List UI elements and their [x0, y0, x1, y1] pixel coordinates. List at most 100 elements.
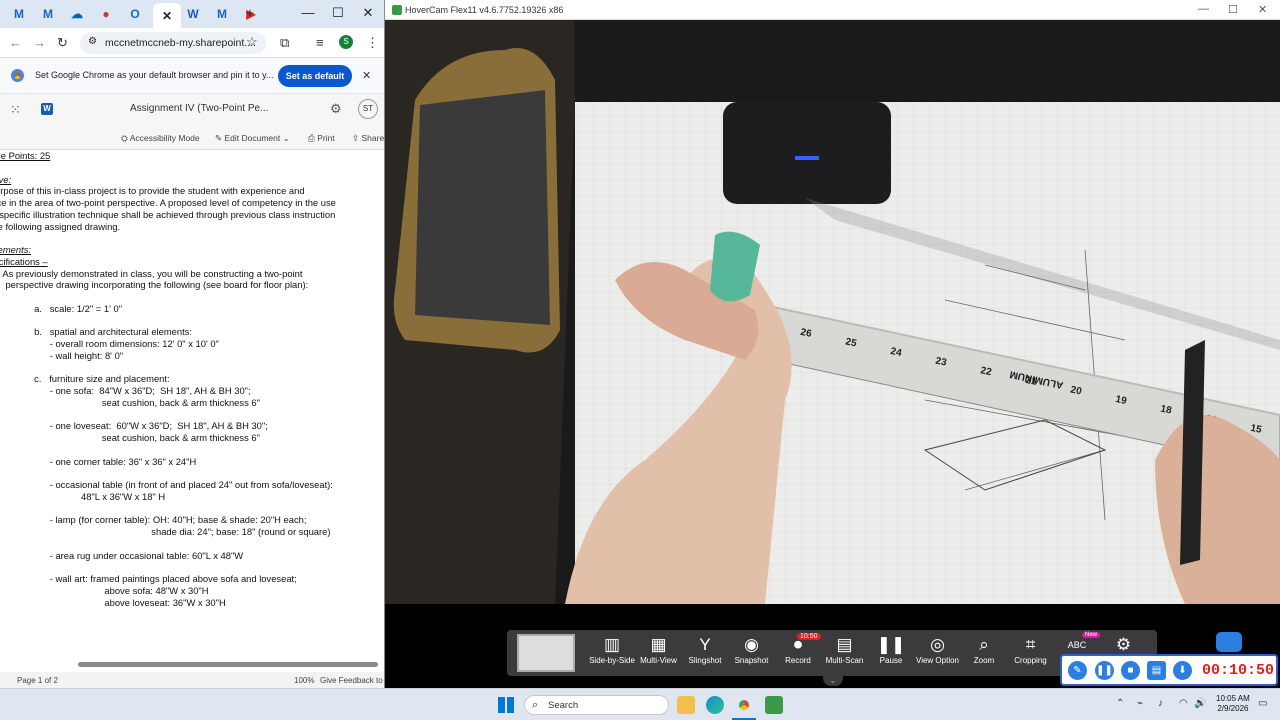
new-tab-button[interactable]: + [240, 5, 260, 20]
tool-view-option-button[interactable]: ◎ View Option [915, 634, 961, 665]
tool-settings-button[interactable]: ⚙ [1101, 634, 1147, 656]
tray-chevron-icon[interactable]: ⌃ [1116, 698, 1124, 709]
download-icon[interactable]: ⬇ [1173, 661, 1192, 680]
site-info-icon[interactable]: ⚙ [88, 36, 97, 47]
browser-tab[interactable]: ☁ [66, 4, 88, 24]
browser-tab[interactable]: M [37, 4, 59, 24]
hovercam-titlebar: HoverCam Flex11 v4.6.7752.19326 x86 — ☐ … [385, 0, 1280, 20]
hovercam-taskbar-icon[interactable] [765, 696, 783, 714]
cast-icon[interactable]: ⧉ [280, 35, 289, 51]
document-line: above loveseat: 36"W x 30"H [0, 596, 226, 608]
pen-icon[interactable]: ✎ [1068, 661, 1087, 680]
preview-thumbnail[interactable] [517, 634, 575, 672]
toolbar-collapse-icon[interactable]: ⌄ [823, 676, 843, 686]
maximize-icon[interactable]: ☐ [1228, 3, 1238, 16]
tool-icon: ⚙ [1115, 635, 1132, 654]
word-logo-icon: W [41, 103, 53, 115]
edge-icon[interactable] [706, 696, 724, 714]
feedback-link[interactable]: Give Feedback to M [320, 676, 384, 685]
tool-snapshot-button[interactable]: ◉ Snapshot [729, 634, 775, 665]
back-icon[interactable]: ← [9, 35, 22, 50]
default-browser-notice: Set Google Chrome as your default browse… [0, 58, 384, 94]
browser-tab[interactable]: O [124, 4, 146, 24]
taskbar-search[interactable]: ⌕ Search [524, 695, 669, 715]
document-line: actice in the area of two-point perspect… [0, 197, 336, 208]
set-as-default-button[interactable]: Set as default [278, 65, 352, 87]
tab-bar: M M ☁ ● O ✕ W M ▶ + — ☐ ✕ [0, 0, 384, 28]
minimize-icon[interactable]: — [298, 5, 318, 20]
profile-avatar[interactable]: S [339, 35, 353, 49]
tool-multi-view-button[interactable]: ▦ Multi-View [636, 634, 682, 665]
browser-tab[interactable]: W [182, 4, 204, 24]
media-icon[interactable]: ≡ [316, 35, 324, 50]
tool-zoom-button[interactable]: ⌕ Zoom [961, 634, 1007, 665]
tray-mic-icon[interactable]: ♪ [1158, 698, 1163, 709]
tool-slingshot-button[interactable]: Y Slingshot [682, 634, 728, 665]
tray-network-icon[interactable]: ⌁ [1137, 698, 1143, 709]
tool-record-button[interactable]: ⏺ Record 10:50 [775, 633, 821, 665]
document-title[interactable]: Assignment IV (Two-Point Pe... [130, 103, 268, 114]
app-launcher-icon[interactable]: ⁙ [10, 102, 21, 118]
taskbar-clock[interactable]: 10:05 AM 2/9/2026 [1216, 694, 1250, 714]
hovercam-window: HoverCam Flex11 v4.6.7752.19326 x86 — ☐ … [385, 0, 1280, 688]
tool-icon: ⌗ [1025, 635, 1036, 654]
share-button[interactable]: ⇪ Share [352, 133, 384, 144]
webcam-toggle-icon[interactable]: ▤ [1147, 661, 1166, 680]
document-line: a. scale: 1/2" = 1' 0" [34, 302, 123, 314]
tool-icon: ◉ [744, 635, 759, 654]
settings-gear-icon[interactable]: ⚙ [330, 101, 342, 117]
tool-side-by-side-button[interactable]: ▥ Side-by-Side [589, 634, 635, 665]
menu-kebab-icon[interactable]: ⋮ [366, 35, 379, 51]
browser-tab[interactable]: M [211, 4, 233, 24]
tool-label: Snapshot [734, 656, 769, 665]
zoom-level[interactable]: 100% [294, 676, 314, 685]
search-icon: ⌕ [532, 699, 539, 711]
document-line: d the following assigned drawing. [0, 220, 121, 232]
reload-icon[interactable]: ↻ [57, 35, 68, 51]
tool-label: Cropping [1014, 656, 1047, 665]
zoom-app-icon[interactable] [1216, 632, 1242, 652]
print-button[interactable]: ⎙ Print [308, 133, 335, 144]
document-line: shade dia: 24"; base: 18" (round or squa… [0, 526, 331, 537]
edit-document-button[interactable]: ✎ Edit Document ⌄ [215, 133, 290, 144]
wifi-icon[interactable]: ◠ [1179, 698, 1188, 709]
maximize-icon[interactable]: ☐ [328, 5, 348, 21]
accessibility-mode-button[interactable]: ⛭ Accessibility Mode [121, 133, 200, 144]
notice-close-icon[interactable]: ✕ [362, 69, 371, 82]
browser-tab[interactable]: M [8, 4, 30, 24]
document-line: above sofa: 48"W x 30"H [0, 584, 209, 596]
url-input[interactable]: ⚙ mccnetmccneb-my.sharepoint.... [80, 32, 266, 54]
document-line: ssible Points: 25 [0, 150, 51, 161]
close-window-icon[interactable]: ✕ [358, 5, 378, 21]
printer-icon: ⎙ [308, 133, 315, 143]
document-line: - overall room dimensions: 12' 0" x 10' … [0, 338, 219, 349]
word-header: ⁙ W Assignment IV (Two-Point Pe... ⚙ ST [0, 94, 384, 126]
user-avatar[interactable]: ST [358, 99, 378, 119]
pause-record-icon[interactable]: ❚❚ [1095, 661, 1114, 680]
document-body[interactable]: ssible Points: 25 jective:e purpose of th… [0, 150, 382, 655]
accessibility-icon: ⛭ [121, 133, 128, 143]
windows-start-icon[interactable] [498, 697, 514, 713]
document-line: quirements: [0, 244, 31, 255]
document-line: seat cushion, back & arm thickness 6" [0, 396, 260, 408]
tool-text-button[interactable]: ABC New [1054, 632, 1101, 656]
recording-timer: 00:10:50 [1202, 662, 1275, 679]
tool-pause-button[interactable]: ❚❚ Pause [868, 634, 914, 665]
tool-cropping-button[interactable]: ⌗ Cropping [1008, 634, 1054, 665]
browser-tab[interactable]: ● [95, 4, 117, 24]
bookmark-star-icon[interactable]: ☆ [246, 34, 258, 50]
file-explorer-icon[interactable] [677, 696, 695, 714]
volume-icon[interactable]: 🔊 [1194, 698, 1206, 709]
document-line: e purpose of this in-class project is to… [0, 185, 305, 197]
document-line: c. furniture size and placement: [0, 373, 170, 385]
notification-icon[interactable]: ▭ [1258, 698, 1267, 709]
stop-record-icon[interactable]: ■ [1121, 661, 1140, 680]
forward-icon[interactable]: → [33, 35, 46, 50]
horizontal-scrollbar[interactable] [78, 662, 378, 667]
tab-close-icon[interactable]: ✕ [153, 3, 181, 28]
minimize-icon[interactable]: — [1198, 3, 1209, 15]
chrome-icon[interactable] [735, 696, 753, 714]
tool-icon: ▥ [603, 635, 621, 654]
tool-multi-scan-button[interactable]: ▤ Multi-Scan [822, 634, 868, 665]
close-window-icon[interactable]: ✕ [1258, 3, 1267, 16]
